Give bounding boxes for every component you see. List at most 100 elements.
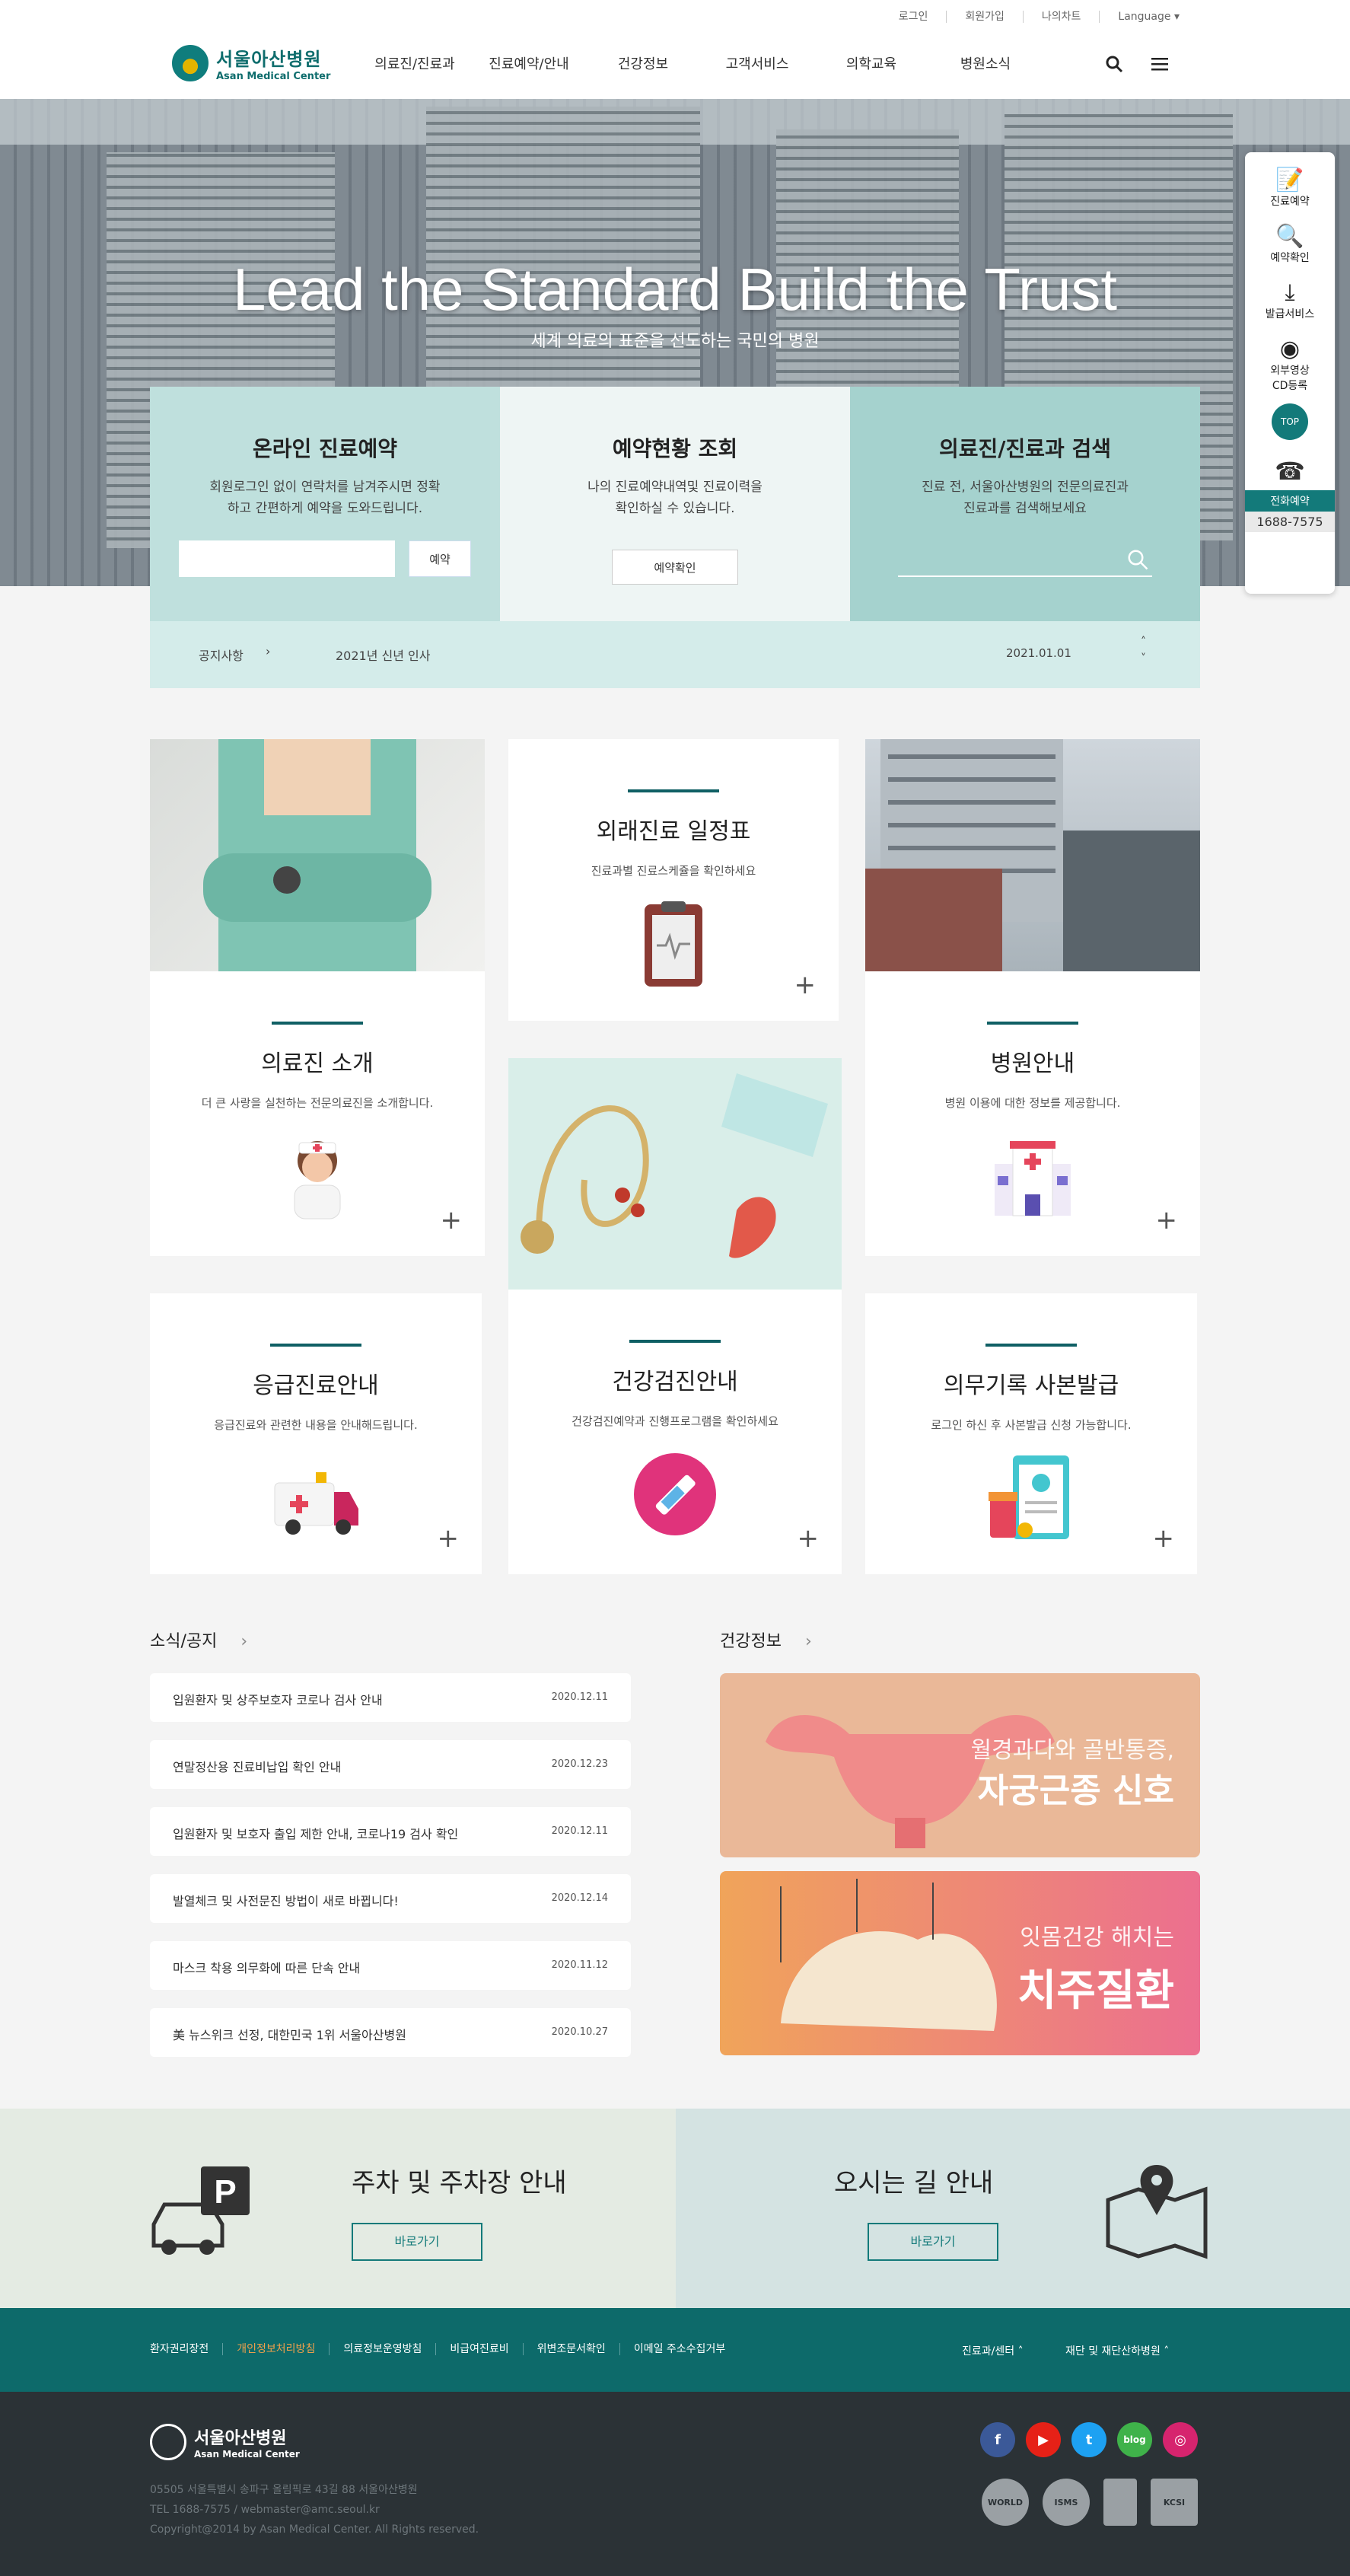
- footer-address: 05505 서울특별시 송파구 올림픽로 43길 88 서울아산병원: [150, 2484, 418, 2496]
- footer-link-doc-verify[interactable]: 위변조문서확인: [522, 2343, 619, 2355]
- nav-education[interactable]: 의학교육: [814, 53, 928, 73]
- plus-icon[interactable]: +: [794, 972, 817, 998]
- notice-title[interactable]: 2021년 신년 인사: [336, 646, 431, 664]
- notice-bar: 공지사항 › 2021년 신년 인사 2021.01.01 ˄ ˅: [150, 621, 1200, 688]
- youtube-icon[interactable]: ▶: [1026, 2422, 1061, 2457]
- logo-korean: 서울아산병원: [216, 49, 322, 70]
- doctor-search-panel: 의료진/진료과 검색 진료 전, 서울아산병원의 전문의료진과 진료과를 검색해보…: [850, 387, 1200, 621]
- search-icon[interactable]: [1105, 55, 1123, 78]
- doctor-search-input[interactable]: [898, 542, 1152, 577]
- card-hospital-guide[interactable]: 병원안내 병원 이용에 대한 정보를 제공합니다. +: [865, 971, 1200, 1256]
- list-item[interactable]: 美 뉴스위크 선정, 대한민국 1위 서울아산병원 2020.10.27: [150, 2008, 631, 2057]
- footer-logo: 서울아산병원 Asan Medical Center: [150, 2424, 300, 2460]
- hero-subtitle: 세계 의료의 표준을 선도하는 국민의 병원: [530, 332, 820, 351]
- list-item[interactable]: 연말정산용 진료비납입 확인 안내 2020.12.23: [150, 1740, 631, 1789]
- card-doctors[interactable]: 의료진 소개 더 큰 사랑을 실천하는 전문의료진을 소개합니다. +: [150, 971, 485, 1256]
- blog-icon[interactable]: blog: [1117, 2422, 1152, 2457]
- notice-label[interactable]: 공지사항: [199, 646, 244, 664]
- footer-tel: TEL 1688-7575 / webmaster@amc.seoul.kr: [150, 2504, 380, 2516]
- logo-emblem: [172, 45, 209, 81]
- card-emergency[interactable]: 응급진료안내 응급진료와 관련한 내용을 안내해드립니다. +: [150, 1293, 482, 1574]
- panel-title: 예약현황 조회: [612, 436, 738, 461]
- login-link[interactable]: 로그인: [880, 11, 947, 23]
- health-banner-periodontal[interactable]: 잇몸건강 해치는 치주질환: [720, 1871, 1200, 2055]
- list-item[interactable]: 입원환자 및 상주보호자 코로나 검사 안내 2020.12.11: [150, 1673, 631, 1722]
- main-nav: 의료진/진료과 진료예약/안내 건강정보 고객서비스 의학교육 병원소식: [358, 53, 1043, 73]
- department-dropdown[interactable]: 진료과/센터 ˄: [962, 2343, 1024, 2358]
- nav-doctors[interactable]: 의료진/진료과: [358, 53, 472, 73]
- news-section-title[interactable]: 소식/공지 ›: [150, 1628, 247, 1652]
- chevron-right-icon[interactable]: ›: [266, 644, 270, 658]
- card-medical-records[interactable]: 의무기록 사본발급 로그인 하신 후 사본발급 신청 가능합니다. +: [865, 1293, 1197, 1574]
- foundation-dropdown[interactable]: 재단 및 재단산하병원 ˄: [1065, 2343, 1169, 2358]
- footer-copyright: Copyright@2014 by Asan Medical Center. A…: [150, 2523, 479, 2536]
- logo[interactable]: 서울아산병원 Asan Medical Center: [172, 44, 330, 82]
- card-health-checkup[interactable]: 건강검진안내 건강검진예약과 진행프로그램을 확인하세요 +: [508, 1290, 842, 1574]
- footer-link-patient-rights[interactable]: 환자권리장전: [150, 2343, 222, 2355]
- my-chart-link[interactable]: 나의차트: [1022, 11, 1100, 23]
- footer-link-medical-info[interactable]: 의료정보운영방침: [329, 2343, 435, 2355]
- plus-icon[interactable]: +: [1153, 1526, 1175, 1551]
- phone-icon: ☎: [1275, 457, 1305, 486]
- parking-car-icon: P: [149, 2166, 256, 2261]
- footer-link-privacy[interactable]: 개인정보처리방침: [222, 2343, 329, 2355]
- search-icon[interactable]: [1126, 548, 1149, 576]
- check-reservation-button[interactable]: 예약확인: [612, 550, 738, 585]
- quick-reservation[interactable]: 📝 진료예약: [1245, 167, 1335, 209]
- menu-icon[interactable]: [1151, 55, 1169, 78]
- nav-health-info[interactable]: 건강정보: [586, 53, 700, 73]
- disc-icon: ◉: [1279, 336, 1301, 362]
- nav-reservation[interactable]: 진료예약/안내: [472, 53, 586, 73]
- plus-icon[interactable]: +: [798, 1526, 820, 1551]
- nav-customer[interactable]: 고객서비스: [700, 53, 814, 73]
- hospital-building-photo: [865, 739, 1200, 971]
- reserve-button[interactable]: 예약: [409, 540, 471, 577]
- panel-desc: 나의 진료예약내역및 진료이력을 확인하실 수 있습니다.: [587, 480, 763, 516]
- card-outpatient-schedule[interactable]: 외래진료 일정표 진료과별 진료스케쥴을 확인하세요 +: [508, 739, 839, 1021]
- nav-news[interactable]: 병원소식: [928, 53, 1043, 73]
- signup-link[interactable]: 회원가입: [946, 11, 1023, 23]
- health-section-title[interactable]: 건강정보 ›: [720, 1628, 812, 1652]
- search-icon: 🔍: [1275, 223, 1304, 250]
- twitter-icon[interactable]: t: [1071, 2422, 1106, 2457]
- quick-check[interactable]: 🔍 예약확인: [1245, 224, 1335, 265]
- plus-icon[interactable]: +: [441, 1207, 463, 1233]
- health-banner-fibroids[interactable]: 월경과다와 골반통증, 자궁근종 신호: [720, 1673, 1200, 1857]
- footer-link-non-covered[interactable]: 비급여진료비: [435, 2343, 522, 2355]
- list-item[interactable]: 입원환자 및 보호자 출입 제한 안내, 코로나19 검사 확인 2020.12.…: [150, 1807, 631, 1856]
- phone-reservation-label[interactable]: 전화예약: [1245, 490, 1335, 512]
- notice-updown-icon[interactable]: ˄ ˅: [1141, 633, 1146, 667]
- list-item[interactable]: 발열체크 및 사전문진 방법이 새로 바뀝니다! 2020.12.14: [150, 1874, 631, 1923]
- download-icon: ⤓: [1285, 279, 1295, 306]
- facebook-icon[interactable]: f: [980, 2422, 1015, 2457]
- quick-menu: 📝 진료예약 🔍 예약확인 ⤓ 발급서비스 ◉ 외부영상 CD등록 TOP ☎ 전화예약…: [1245, 152, 1335, 594]
- quick-cd-register[interactable]: ◉ 외부영상 CD등록: [1245, 336, 1335, 393]
- medical-record-icon: [985, 1452, 1077, 1544]
- hero-title: Lead the Standard Build the Trust: [232, 256, 1118, 323]
- parking-section: P 주차 및 주차장 안내 바로가기: [0, 2109, 676, 2308]
- top-button[interactable]: TOP: [1272, 403, 1308, 440]
- footer-link-email-refuse[interactable]: 이메일 주소수집거부: [619, 2343, 739, 2355]
- syringe-icon: [629, 1449, 721, 1540]
- plus-icon[interactable]: +: [438, 1526, 460, 1551]
- svg-text:P: P: [214, 2173, 236, 2211]
- list-item[interactable]: 마스크 착용 의무화에 따른 단속 안내 2020.11.12: [150, 1941, 631, 1990]
- footer-info: 05505 서울특별시 송파구 올림픽로 43길 88 서울아산병원 TEL 1…: [150, 2480, 479, 2539]
- certification-badges: WORLD ISMS KCSI: [982, 2479, 1198, 2526]
- clipboard-icon: [628, 898, 719, 990]
- instagram-icon[interactable]: ◎: [1163, 2422, 1198, 2457]
- parking-go-button[interactable]: 바로가기: [352, 2223, 482, 2261]
- logo-english: Asan Medical Center: [216, 71, 331, 82]
- cert-badge: [1103, 2479, 1137, 2526]
- parking-title: 주차 및 주차장 안내: [352, 2168, 567, 2198]
- reservation-input[interactable]: [179, 540, 395, 577]
- directions-go-button[interactable]: 바로가기: [868, 2223, 998, 2261]
- plus-icon[interactable]: +: [1156, 1207, 1178, 1233]
- footer: 서울아산병원 Asan Medical Center 05505 서울특별시 송…: [0, 2392, 1350, 2576]
- chevron-right-icon: ›: [804, 1632, 812, 1651]
- quick-issue[interactable]: ⤓ 발급서비스: [1245, 280, 1335, 321]
- language-select[interactable]: Language ▾: [1099, 11, 1198, 23]
- isms-cert-badge: ISMS: [1043, 2479, 1090, 2526]
- nurse-icon: [272, 1130, 363, 1222]
- footer-nav: 환자권리장전 개인정보처리방침 의료정보운영방침 비급여진료비 위변조문서확인 …: [0, 2308, 1350, 2392]
